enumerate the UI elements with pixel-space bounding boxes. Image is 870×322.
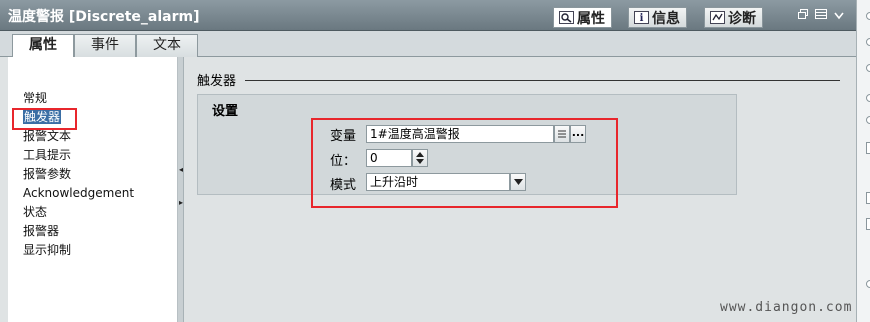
title-bar: 温度警报 [Discrete_alarm] 属性 i 信息 诊断 <box>0 0 856 31</box>
layout-icon[interactable] <box>815 9 827 22</box>
nav-item-label: 状态 <box>23 205 48 219</box>
group-title: 设置 <box>212 104 239 119</box>
radio-button[interactable] <box>866 38 870 46</box>
panel-tab-properties[interactable]: 属性 <box>553 7 612 28</box>
nav-item-alarm-indicator[interactable]: 报警器 <box>23 222 59 240</box>
highlight-nav-trigger <box>12 108 77 130</box>
section-divider <box>245 80 840 81</box>
radio-button[interactable] <box>866 12 870 20</box>
nav-item-label: 报警参数 <box>23 167 72 181</box>
panel-tab-properties-label: 属性 <box>577 10 605 27</box>
panel-tab-info[interactable]: i 信息 <box>628 7 687 28</box>
chevron-down-icon[interactable] <box>834 10 844 23</box>
tab-texts[interactable]: 文本 <box>136 34 198 57</box>
nav-item-alarm-params[interactable]: 报警参数 <box>23 165 71 183</box>
section-title: 触发器 <box>197 74 237 89</box>
watermark: www.diangon.com <box>720 300 853 315</box>
nav-item-acknowledgement[interactable]: Acknowledgement <box>23 184 134 202</box>
panel-tab-diagnostics[interactable]: 诊断 <box>704 7 763 28</box>
panel-tab-info-label: 信息 <box>652 10 680 27</box>
panel-tab-diagnostics-label: 诊断 <box>728 10 756 27</box>
checkbox[interactable] <box>866 192 870 204</box>
panel-splitter[interactable]: ◂ ▸ <box>178 57 184 322</box>
highlight-settings <box>311 118 618 208</box>
svg-text:i: i <box>639 13 643 24</box>
info-icon: i <box>633 11 649 25</box>
nav-item-tooltip[interactable]: 工具提示 <box>23 146 71 164</box>
nav-tree: 常规 触发器 报警文本 工具提示 报警参数 Acknowledgement 状态… <box>8 57 178 322</box>
radio-button[interactable] <box>866 94 870 102</box>
properties-icon <box>558 11 574 25</box>
tab-strip: 属性 事件 文本 <box>0 31 856 58</box>
checkbox[interactable] <box>866 218 870 230</box>
window-title: 温度警报 [Discrete_alarm] <box>8 9 200 25</box>
collapse-left-icon[interactable]: ◂ <box>178 165 184 175</box>
nav-item-display-suppress[interactable]: 显示抑制 <box>23 241 71 259</box>
restore-icon[interactable] <box>798 9 808 22</box>
nav-item-label: 显示抑制 <box>23 243 72 257</box>
right-panel-edge <box>856 0 870 322</box>
nav-item-label: 常规 <box>23 91 48 105</box>
expand-right-icon[interactable]: ▸ <box>178 198 184 208</box>
radio-button[interactable] <box>866 64 870 72</box>
diagnostics-icon <box>709 11 725 25</box>
nav-item-label: 工具提示 <box>23 148 72 162</box>
nav-item-label: Acknowledgement <box>23 186 135 200</box>
nav-item-status[interactable]: 状态 <box>23 203 47 221</box>
radio-button[interactable] <box>866 116 870 124</box>
checkbox[interactable] <box>866 142 870 154</box>
tab-events[interactable]: 事件 <box>74 34 136 57</box>
tab-properties[interactable]: 属性 <box>12 34 74 58</box>
nav-item-label: 报警文本 <box>23 129 72 143</box>
nav-item-label: 报警器 <box>23 224 60 238</box>
nav-item-general[interactable]: 常规 <box>23 89 47 107</box>
scroll-arrow-icon[interactable] <box>866 280 870 288</box>
